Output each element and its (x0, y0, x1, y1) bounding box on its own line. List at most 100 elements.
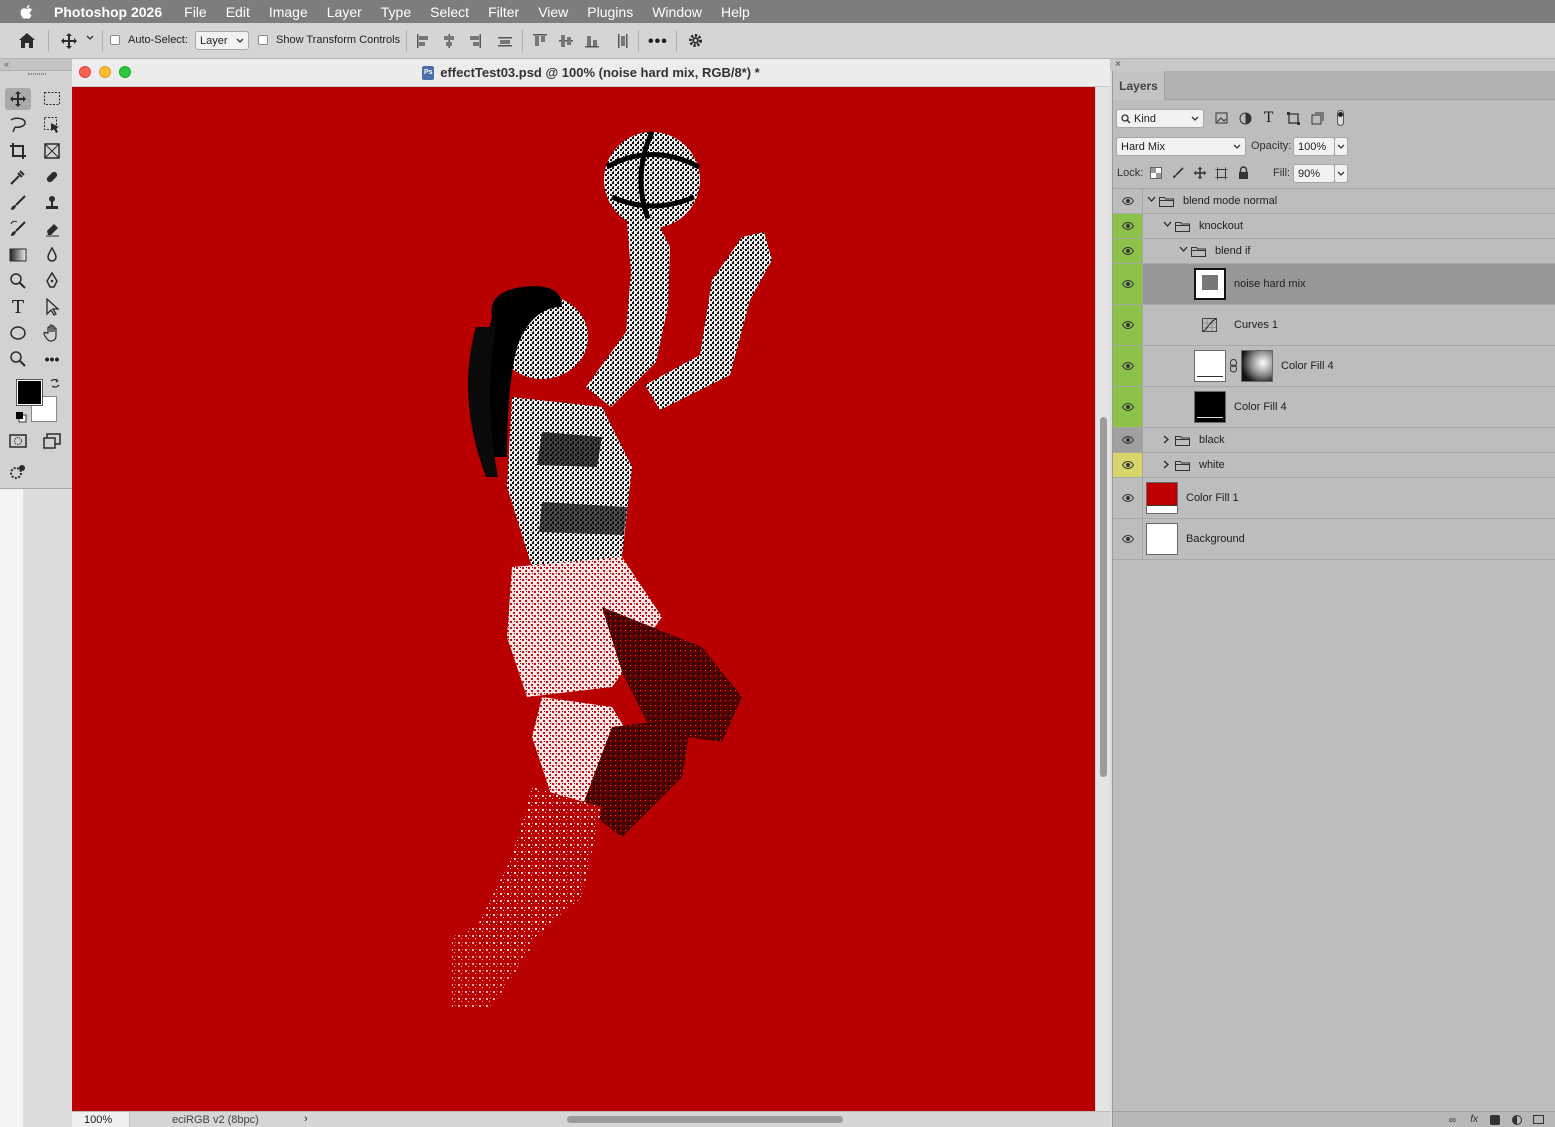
layer-row[interactable]: knockout (1113, 214, 1555, 239)
eye-icon[interactable] (1113, 264, 1143, 304)
layer-mask-thumbnail[interactable] (1241, 350, 1273, 382)
eye-icon[interactable] (1113, 453, 1143, 477)
menu-edit[interactable]: Edit (226, 4, 250, 20)
app-name-menu[interactable]: Photoshop 2026 (54, 4, 162, 20)
show-transform-checkbox[interactable] (258, 35, 268, 45)
filter-pixel-icon[interactable] (1215, 112, 1228, 127)
menu-help[interactable]: Help (721, 4, 750, 20)
opacity-field[interactable]: 100% (1293, 137, 1335, 156)
tab-layers[interactable]: Layers (1113, 71, 1165, 100)
chevron-right-icon[interactable] (1163, 435, 1170, 447)
link-layers-icon[interactable]: ∞ (1449, 1115, 1456, 1126)
menu-filter[interactable]: Filter (488, 4, 519, 20)
history-brush-tool-icon[interactable] (5, 218, 31, 240)
menu-image[interactable]: Image (269, 4, 308, 20)
chevron-down-icon[interactable] (1163, 220, 1172, 231)
tools-collapse-icon[interactable]: « (0, 59, 72, 71)
lock-artboard-icon[interactable] (1215, 167, 1228, 183)
menu-file[interactable]: File (184, 4, 207, 20)
menu-layer[interactable]: Layer (327, 4, 362, 20)
eye-icon[interactable] (1113, 346, 1143, 386)
chevron-right-icon[interactable]: › (304, 1113, 308, 1125)
menu-window[interactable]: Window (652, 4, 702, 20)
link-icon[interactable] (1230, 359, 1237, 376)
blur-tool-icon[interactable] (39, 244, 65, 266)
filter-adjustment-icon[interactable] (1239, 112, 1252, 128)
stamp-tool-icon[interactable] (39, 192, 65, 214)
filter-shape-icon[interactable] (1287, 112, 1300, 128)
filter-toggle-switch[interactable] (1337, 110, 1344, 126)
fill-field[interactable]: 90% (1293, 164, 1335, 183)
opacity-dropdown[interactable] (1334, 137, 1348, 156)
brush-tool-icon[interactable] (5, 192, 31, 214)
filter-kind-dropdown[interactable]: Kind (1116, 109, 1204, 128)
vertical-scrollbar[interactable] (1095, 87, 1110, 1111)
align-right-icon[interactable] (468, 33, 482, 49)
eye-icon[interactable] (1113, 387, 1143, 427)
menu-plugins[interactable]: Plugins (587, 4, 633, 20)
new-adjustment-icon[interactable] (1512, 1115, 1522, 1125)
eye-icon[interactable] (1113, 428, 1143, 452)
frame-tool-icon[interactable] (39, 140, 65, 162)
type-tool-icon[interactable]: T (5, 296, 31, 318)
canvas[interactable] (72, 87, 1095, 1111)
align-top-icon[interactable] (532, 33, 548, 49)
lock-position-icon[interactable] (1193, 166, 1207, 183)
blend-mode-dropdown[interactable]: Hard Mix (1116, 137, 1246, 156)
align-middle-vertical-icon[interactable] (558, 33, 574, 49)
chevron-down-icon[interactable] (1147, 195, 1156, 206)
vertical-scroll-thumb[interactable] (1100, 417, 1107, 777)
chevron-right-icon[interactable] (1163, 460, 1170, 472)
layer-row[interactable]: white (1113, 453, 1555, 478)
crop-tool-icon[interactable] (5, 140, 31, 162)
lasso-tool-icon[interactable] (5, 114, 31, 136)
eye-icon[interactable] (1113, 519, 1143, 559)
more-tools-icon[interactable]: ••• (39, 348, 65, 370)
edit-toolbar-icon[interactable] (5, 461, 31, 483)
menu-type[interactable]: Type (381, 4, 411, 20)
zoom-field[interactable]: 100% (72, 1112, 130, 1127)
filter-type-icon[interactable]: T (1264, 110, 1273, 126)
eye-icon[interactable] (1113, 305, 1143, 345)
move-tool-icon[interactable] (5, 88, 31, 110)
ellipse-tool-icon[interactable] (5, 322, 31, 344)
default-colors-icon[interactable] (15, 411, 27, 426)
distribute-vertical-icon[interactable] (614, 33, 630, 49)
eye-icon[interactable] (1113, 478, 1143, 518)
auto-select-dropdown[interactable]: Layer (195, 31, 249, 50)
hand-tool-icon[interactable] (39, 322, 65, 344)
more-options-icon[interactable]: ••• (648, 33, 668, 51)
eye-icon[interactable] (1113, 239, 1143, 263)
add-mask-icon[interactable] (1490, 1115, 1500, 1125)
eyedropper-tool-icon[interactable] (5, 166, 31, 188)
minimize-window-icon[interactable] (99, 66, 111, 78)
object-selection-tool-icon[interactable] (39, 114, 65, 136)
lock-image-pixels-icon[interactable] (1172, 167, 1184, 182)
layer-row[interactable]: Color Fill 1 (1113, 478, 1555, 519)
lock-all-icon[interactable] (1238, 166, 1249, 182)
eye-icon[interactable] (1113, 189, 1143, 213)
screen-mode-icon[interactable] (39, 430, 65, 452)
menu-select[interactable]: Select (430, 4, 469, 20)
healing-brush-tool-icon[interactable] (39, 166, 65, 188)
align-left-icon[interactable] (416, 33, 430, 49)
move-tool-preset-icon[interactable] (60, 32, 78, 50)
align-bottom-icon[interactable] (584, 33, 600, 49)
layer-row[interactable]: Color Fill 4 (1113, 346, 1555, 387)
layer-row[interactable]: black (1113, 428, 1555, 453)
layer-row[interactable]: Curves 1 (1113, 305, 1555, 346)
chevron-down-icon[interactable] (1179, 245, 1188, 256)
chevron-down-icon[interactable] (86, 35, 94, 41)
dodge-tool-icon[interactable] (5, 270, 31, 292)
tools-grip[interactable] (28, 73, 46, 75)
lock-transparent-pixels-icon[interactable] (1150, 167, 1162, 182)
path-selection-tool-icon[interactable] (39, 296, 65, 318)
align-center-horizontal-icon[interactable] (442, 33, 456, 49)
close-window-icon[interactable] (79, 66, 91, 78)
layer-row-selected[interactable]: noise hard mix (1113, 264, 1555, 305)
gear-icon[interactable] (687, 32, 704, 49)
horizontal-scroll-thumb[interactable] (567, 1116, 843, 1123)
apple-icon[interactable] (0, 4, 54, 20)
gradient-tool-icon[interactable] (5, 244, 31, 266)
distribute-icon[interactable] (497, 33, 513, 49)
